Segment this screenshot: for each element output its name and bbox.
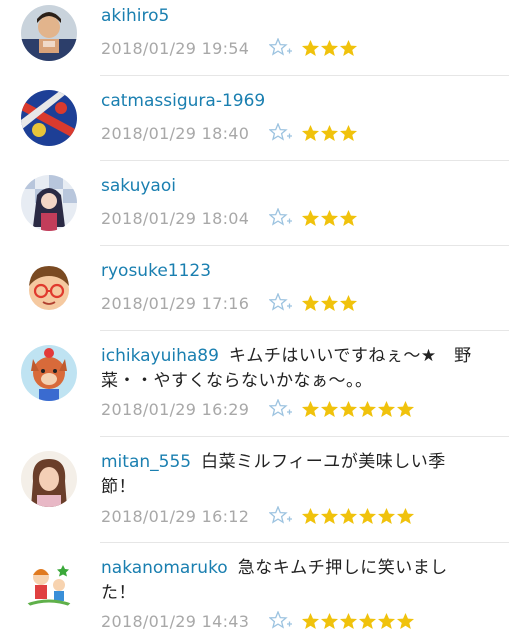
star-icon[interactable] [320,124,339,142]
star-rating [301,294,358,312]
star-icon[interactable] [339,39,358,57]
add-star-icon[interactable] [269,506,293,526]
avatar[interactable] [21,260,77,316]
comment-text: 急なキムチ押しに笑いまし [237,558,448,578]
boy-with-glasses-avatar-icon [21,260,77,316]
star-icon[interactable] [301,39,320,57]
star-icon[interactable] [377,400,396,418]
star-icon[interactable] [320,612,339,630]
woman-portrait-avatar-icon [21,451,77,507]
avatar[interactable] [21,451,77,507]
star-icon[interactable] [396,612,415,630]
star-icon[interactable] [396,507,415,525]
avatar[interactable] [21,90,77,146]
star-icon[interactable] [377,612,396,630]
comment-row: mitan_555 白菜ミルフィーユが美味しい季 節！ 2018/01/29 16… [0,437,509,543]
star-icon[interactable] [358,507,377,525]
comment-timestamp[interactable]: 2018/01/29 19:54 [101,39,249,58]
star-rating [301,400,415,418]
star-icon[interactable] [320,39,339,57]
star-icon[interactable] [301,209,320,227]
star-icon[interactable] [358,612,377,630]
comment-row: nakanomaruko 急なキムチ押しに笑いまし た！ 2018/01/29 1… [0,543,509,640]
star-icon[interactable] [358,400,377,418]
anime-character-avatar-icon [21,5,77,61]
star-icon[interactable] [301,294,320,312]
star-rating [301,507,415,525]
star-icon[interactable] [320,294,339,312]
add-star-icon[interactable] [269,611,293,631]
comment-timestamp[interactable]: 2018/01/29 14:43 [101,612,249,631]
star-icon[interactable] [339,124,358,142]
avatar[interactable] [21,557,77,613]
avatar[interactable] [21,345,77,401]
kids-illustration-avatar-icon [21,557,77,613]
comment-row: ichikayuiha89 キムチはいいですねぇ～★ 野 菜・・やすくならないかな… [0,331,509,437]
comment-text: キムチはいいですねぇ～★ 野 [228,346,472,366]
username-link[interactable]: catmassigura-1969 [101,91,265,111]
avatar[interactable] [21,175,77,231]
comment-timestamp[interactable]: 2018/01/29 18:40 [101,124,249,143]
comment-timestamp[interactable]: 2018/01/29 18:04 [101,209,249,228]
star-icon[interactable] [320,400,339,418]
add-star-icon[interactable] [269,293,293,313]
comment-row: ryosuke1123 2018/01/29 17:16 [0,246,509,331]
star-rating [301,124,358,142]
username-link[interactable]: akihiro5 [101,6,169,26]
comment-text: 菜・・やすくならないかなぁ～。。 [101,371,373,391]
star-icon[interactable] [301,400,320,418]
star-icon[interactable] [301,612,320,630]
star-icon[interactable] [339,507,358,525]
comment-row: akihiro5 2018/01/29 19:54 [0,0,509,76]
star-rating [301,612,415,630]
anime-girl-avatar-icon [21,175,77,231]
avatar[interactable] [21,5,77,61]
username-link[interactable]: sakuyaoi [101,176,176,196]
add-star-icon[interactable] [269,399,293,419]
star-icon[interactable] [339,612,358,630]
dog-character-avatar-icon [21,345,77,401]
star-icon[interactable] [301,507,320,525]
comment-text: 節！ [101,477,136,497]
star-icon[interactable] [396,400,415,418]
comment-text: た！ [101,583,136,603]
star-icon[interactable] [339,209,358,227]
add-star-icon[interactable] [269,123,293,143]
username-link[interactable]: ryosuke1123 [101,261,211,281]
comment-timestamp[interactable]: 2018/01/29 16:12 [101,507,249,526]
comment-timestamp[interactable]: 2018/01/29 17:16 [101,294,249,313]
comment-row: catmassigura-1969 2018/01/29 18:40 [0,76,509,161]
comment-text: 白菜ミルフィーユが美味しい季 [201,452,446,472]
star-icon[interactable] [377,507,396,525]
patterned-avatar-icon [21,90,77,146]
star-rating [301,209,358,227]
star-rating [301,39,358,57]
star-icon[interactable] [339,400,358,418]
star-icon[interactable] [339,294,358,312]
comment-row: sakuyaoi 2018/01/29 18:04 [0,161,509,246]
add-star-icon[interactable] [269,38,293,58]
add-star-icon[interactable] [269,208,293,228]
star-icon[interactable] [320,209,339,227]
star-icon[interactable] [320,507,339,525]
username-link[interactable]: nakanomaruko [101,558,228,578]
comment-timestamp[interactable]: 2018/01/29 16:29 [101,400,249,419]
username-link[interactable]: mitan_555 [101,452,191,472]
star-icon[interactable] [301,124,320,142]
username-link[interactable]: ichikayuiha89 [101,346,219,366]
